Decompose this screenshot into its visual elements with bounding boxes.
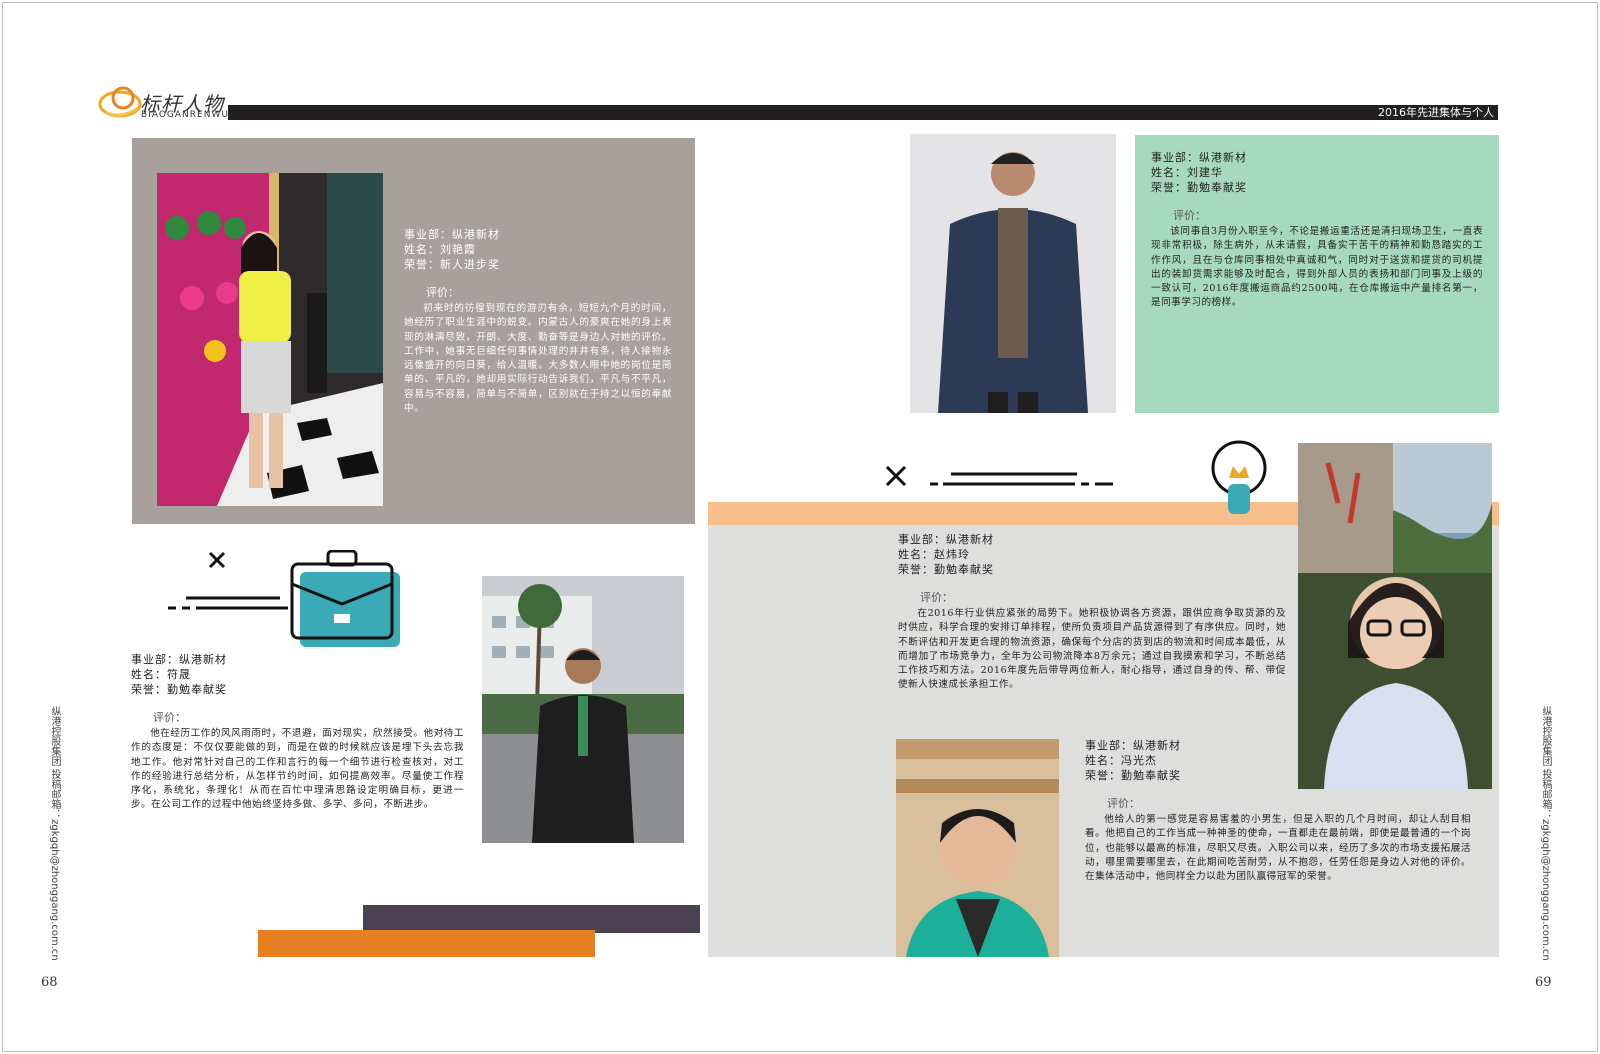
profile-department: 事业部：纵港新材 [404, 228, 500, 241]
profile-name: 姓名：赵炜玲 [898, 548, 970, 561]
evaluation-text: 初来时的彷徨到现在的游刃有余，短短九个月的时间，她经历了职业生涯中的蜕变。内蒙古… [404, 303, 672, 415]
evaluation-text: 该同事自3月份入职至今，不论是搬运重活还是清扫现场卫生，一直表现非常积极，除生病… [1151, 226, 1483, 309]
evaluation-label: 评价： [920, 591, 953, 604]
evaluation-label: 评价： [1107, 797, 1140, 810]
photo-profile-5 [896, 739, 1059, 957]
evaluation-label: 评价： [426, 286, 459, 299]
page-number-right: 69 [1535, 975, 1552, 990]
page-title: 2016年先进集体与个人 [1378, 106, 1494, 119]
profile-honor: 荣誉：勤勉奉献奖 [131, 683, 227, 696]
profile-department: 事业部：纵港新材 [1151, 151, 1247, 164]
evaluation-label: 评价： [153, 711, 186, 724]
profile-name: 姓名：刘建华 [1151, 166, 1223, 179]
profile-5-text: 事业部：纵港新材 姓名：冯光杰 荣誉：勤勉奉献奖 评价： 他给人的第一感觉是容易… [1085, 738, 1471, 884]
decor-bar-dark [363, 905, 700, 933]
profile-name: 姓名：刘艳霞 [404, 243, 476, 256]
profile-name: 姓名：符晟 [131, 668, 191, 681]
sidebar-right-text: 纵港控股集团 投稿邮箱：zgkgqh@zhonggang.com.cn [1540, 706, 1551, 961]
profile-department: 事业部：纵港新材 [898, 533, 994, 546]
evaluation-text: 他给人的第一感觉是容易害羞的小男生，但是入职的几个月时间，却让人刮目相看。他把自… [1085, 814, 1471, 883]
evaluation-label: 评价： [1173, 209, 1206, 222]
profile-honor: 荣誉：勤勉奉献奖 [1085, 769, 1181, 782]
briefcase-graphic [168, 549, 418, 655]
logo-swirl-icon [98, 86, 142, 118]
profile-4-text: 事业部：纵港新材 姓名：赵炜玲 荣誉：勤勉奉献奖 评价： 在2016年行业供应紧… [898, 532, 1286, 693]
profile-honor: 荣誉：勤勉奉献奖 [898, 563, 994, 576]
photo-profile-3 [482, 576, 684, 843]
photo-profile-1 [157, 173, 383, 506]
profile-department: 事业部：纵港新材 [131, 653, 227, 666]
lightbulb-icon [1208, 440, 1270, 518]
logo-subtitle: BIAOGANRENWU [141, 110, 229, 120]
sidebar-left-text: 纵港控股集团 投稿邮箱：zgkgqh@zhonggang.com.cn [49, 706, 60, 961]
profile-3-text: 事业部：纵港新材 姓名：符晟 荣誉：勤勉奉献奖 评价： 他在经历工作的风风雨雨时… [131, 652, 464, 813]
evaluation-text: 在2016年行业供应紧张的局势下。她积极协调各方资源，跟供应商争取货源的及时供应… [898, 608, 1286, 691]
page-number-left: 68 [41, 975, 58, 990]
header-bar [228, 105, 1498, 120]
photo-profile-2 [910, 134, 1116, 413]
profile-2-text: 事业部：纵港新材 姓名：刘建华 荣誉：勤勉奉献奖 评价： 该同事自3月份入职至今… [1151, 150, 1483, 311]
dash-line-graphic [885, 462, 1115, 492]
evaluation-text: 他在经历工作的风风雨雨时，不退避，面对现实，欣然接受。他对待工作的态度是：不仅仅… [131, 728, 464, 811]
profile-honor: 荣誉：勤勉奉献奖 [1151, 181, 1247, 194]
decor-bar-orange [258, 930, 595, 957]
profile-honor: 荣誉：新人进步奖 [404, 258, 500, 271]
profile-name: 姓名：冯光杰 [1085, 754, 1157, 767]
profile-department: 事业部：纵港新材 [1085, 739, 1181, 752]
profile-1-text: 事业部：纵港新材 姓名：刘艳霞 荣誉：新人进步奖 评价： 初来时的彷徨到现在的游… [404, 227, 672, 416]
